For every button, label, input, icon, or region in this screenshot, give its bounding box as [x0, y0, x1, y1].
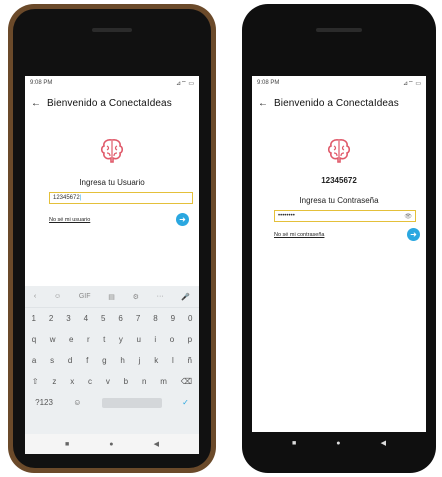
eye-icon[interactable]: 👁	[404, 213, 412, 220]
system-nav-bar: ■ ● ◀	[25, 434, 199, 454]
key[interactable]: 1	[31, 314, 35, 323]
status-time: 9:08 PM	[257, 80, 280, 86]
key[interactable]: q	[32, 335, 36, 344]
gif-button[interactable]: GIF	[79, 293, 91, 300]
speaker	[92, 28, 132, 32]
key[interactable]: 8	[153, 314, 157, 323]
forgot-username-link[interactable]: No sé mi usuario	[49, 217, 90, 223]
key[interactable]: k	[154, 356, 158, 365]
key[interactable]: z	[52, 377, 56, 386]
username-prompt: Ingresa tu Usuario	[79, 178, 145, 187]
password-input[interactable]: •••••••• 👁	[274, 210, 416, 222]
back-arrow-icon[interactable]: ←	[252, 98, 274, 109]
username-input[interactable]: 12345672 |	[49, 192, 193, 204]
clipboard-icon[interactable]: ▤	[108, 293, 115, 301]
password-prompt: Ingresa tu Contraseña	[299, 196, 379, 205]
username-actions: No sé mi usuario ➜	[49, 213, 189, 226]
key[interactable]: n	[142, 377, 146, 386]
page-title: Bienvenido a ConectaIdeas	[274, 97, 399, 109]
forgot-password-link[interactable]: No sé mi contraseña	[274, 232, 324, 238]
key[interactable]: d	[68, 356, 72, 365]
settings-icon[interactable]: ⚙	[133, 293, 139, 301]
key[interactable]: h	[120, 356, 124, 365]
keyboard-tool[interactable]: ‹	[34, 293, 36, 300]
home-icon[interactable]: ●	[109, 441, 113, 448]
key[interactable]: w	[50, 335, 56, 344]
status-icons: ⊿⌔ ▭	[175, 81, 194, 87]
login-screen-password: 9:08 PM ⊿⌔ ▭ ← Bienvenido a ConectaIdeas…	[252, 76, 426, 432]
key[interactable]: b	[124, 377, 128, 386]
key[interactable]: 9	[171, 314, 175, 323]
key[interactable]: m	[160, 377, 167, 386]
key[interactable]: t	[103, 335, 105, 344]
status-bar: 9:08 PM ⊿⌔ ▭	[25, 76, 199, 90]
key[interactable]: 5	[101, 314, 105, 323]
key[interactable]: y	[119, 335, 123, 344]
symbols-key[interactable]: ?123	[35, 398, 53, 407]
emoji-icon[interactable]: ☺	[54, 293, 61, 300]
username-display: 12345672	[321, 176, 357, 185]
key[interactable]: 4	[84, 314, 88, 323]
enter-key[interactable]: ✓	[182, 398, 189, 407]
keyboard-row-1: q w e r t y u i o p	[25, 329, 199, 350]
key[interactable]: o	[170, 335, 174, 344]
more-icon[interactable]: ···	[157, 293, 164, 300]
login-screen-username: 9:08 PM ⊿⌔ ▭ ← Bienvenido a ConectaIdeas…	[25, 76, 199, 454]
key[interactable]: 7	[136, 314, 140, 323]
username-value: 12345672	[53, 195, 80, 201]
phone-right: 9:08 PM ⊿⌔ ▭ ← Bienvenido a ConectaIdeas…	[242, 4, 436, 473]
key[interactable]: ñ	[188, 356, 192, 365]
recents-icon[interactable]: ■	[65, 441, 69, 448]
key[interactable]: 6	[118, 314, 122, 323]
keyboard-row-3: ⇧ z x c v b n m ⌫	[25, 371, 199, 392]
key[interactable]: x	[70, 377, 74, 386]
back-icon[interactable]: ◀	[381, 439, 386, 447]
key[interactable]: a	[32, 356, 36, 365]
arrow-right-circle-icon[interactable]: ➜	[407, 228, 420, 241]
system-nav-bar: ■ ● ◀	[252, 432, 426, 454]
arrow-right-circle-icon[interactable]: ➜	[176, 213, 189, 226]
key[interactable]: i	[154, 335, 156, 344]
brain-logo-icon	[25, 136, 199, 164]
password-value: ••••••••	[278, 213, 295, 219]
key[interactable]: e	[69, 335, 73, 344]
key[interactable]: f	[86, 356, 88, 365]
key[interactable]: 2	[49, 314, 53, 323]
key[interactable]: p	[188, 335, 192, 344]
back-icon[interactable]: ◀	[154, 440, 159, 448]
key[interactable]: v	[106, 377, 110, 386]
back-arrow-icon[interactable]: ←	[25, 98, 47, 109]
status-icons: ⊿⌔ ▭	[402, 81, 421, 87]
keyboard-row-2: a s d f g h j k l ñ	[25, 350, 199, 371]
keyboard-toolbar: ‹ ☺ GIF ▤ ⚙ ··· 🎤	[25, 286, 199, 308]
keyboard-row-bottom: ?123 ☺ ✓	[25, 392, 199, 413]
space-bar[interactable]	[101, 397, 162, 408]
phone-left: 9:08 PM ⊿⌔ ▭ ← Bienvenido a ConectaIdeas…	[8, 4, 216, 473]
key[interactable]: r	[87, 335, 90, 344]
microphone-icon[interactable]: 🎤	[181, 293, 190, 301]
password-actions: No sé mi contraseña ➜	[274, 228, 420, 241]
key[interactable]: 0	[188, 314, 192, 323]
page-title: Bienvenido a ConectaIdeas	[47, 97, 172, 109]
backspace-key[interactable]: ⌫	[181, 377, 192, 386]
key[interactable]: 3	[66, 314, 70, 323]
status-bar: 9:08 PM ⊿⌔ ▭	[252, 76, 426, 90]
app-bar: ← Bienvenido a ConectaIdeas	[252, 90, 426, 116]
key[interactable]: u	[136, 335, 140, 344]
key[interactable]: s	[50, 356, 54, 365]
key[interactable]: c	[88, 377, 92, 386]
speaker	[316, 28, 362, 32]
key[interactable]: j	[139, 356, 141, 365]
shift-key[interactable]: ⇧	[32, 377, 39, 386]
key[interactable]: l	[172, 356, 174, 365]
on-screen-keyboard: ‹ ☺ GIF ▤ ⚙ ··· 🎤 1 2 3 4 5 6 7 8 9 0 q …	[25, 286, 199, 434]
key[interactable]: g	[102, 356, 106, 365]
keyboard-row-numbers: 1 2 3 4 5 6 7 8 9 0	[25, 308, 199, 329]
recents-icon[interactable]: ■	[292, 440, 296, 447]
home-icon[interactable]: ●	[336, 440, 340, 447]
status-time: 9:08 PM	[30, 80, 53, 86]
app-bar: ← Bienvenido a ConectaIdeas	[25, 90, 199, 116]
emoji-key[interactable]: ☺	[73, 398, 81, 407]
brain-logo-icon	[252, 136, 426, 164]
